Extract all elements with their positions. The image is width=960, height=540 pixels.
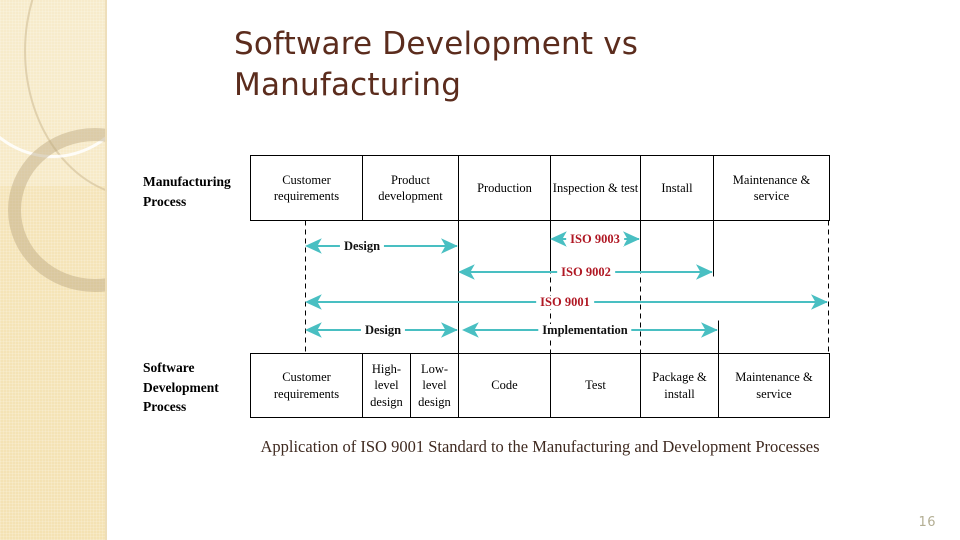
span-label-iso-9002: ISO 9002 xyxy=(557,266,615,279)
software-process-label: Software Development Process xyxy=(143,360,219,415)
manufacturing-stage-cell: Product development xyxy=(378,172,443,204)
manufacturing-stage-cell: Install xyxy=(661,180,693,195)
manufacturing-stage-cell: Production xyxy=(477,180,532,195)
span-label-iso-9001: ISO 9001 xyxy=(536,296,594,309)
software-stage-cell: Code xyxy=(491,378,518,393)
diagram-lines xyxy=(250,155,830,418)
software-stage-cell: Package & install xyxy=(652,370,707,401)
manufacturing-stage-cell: Inspection & test xyxy=(552,180,639,195)
diagram-caption: Application of ISO 9001 Standard to the … xyxy=(260,437,820,456)
software-stage-cell: Test xyxy=(585,378,606,393)
software-stage-cell: Maintenance & service xyxy=(735,370,813,401)
manufacturing-stage-cell: Customer requirements xyxy=(273,172,340,204)
manufacturing-stage-cell: Maintenance & service xyxy=(732,172,811,204)
software-stage-cell: Low-level design xyxy=(418,361,451,409)
slide-canvas: Software Development vs Manufacturing Ma… xyxy=(0,0,960,540)
process-comparison-diagram: Manufacturing Process Software Developme… xyxy=(0,0,960,540)
software-stage-cell: Customer requirements xyxy=(273,370,340,401)
page-number: 16 xyxy=(918,515,936,530)
span-label-design-upper: Design xyxy=(339,240,385,253)
software-stage-cell: High-level design xyxy=(370,361,403,409)
manufacturing-process-label: Manufacturing Process xyxy=(143,174,231,209)
span-label-iso-9003: ISO 9003 xyxy=(566,233,624,246)
span-label-design-lower: Design xyxy=(360,324,406,337)
span-label-implementation: Implementation xyxy=(538,324,632,337)
